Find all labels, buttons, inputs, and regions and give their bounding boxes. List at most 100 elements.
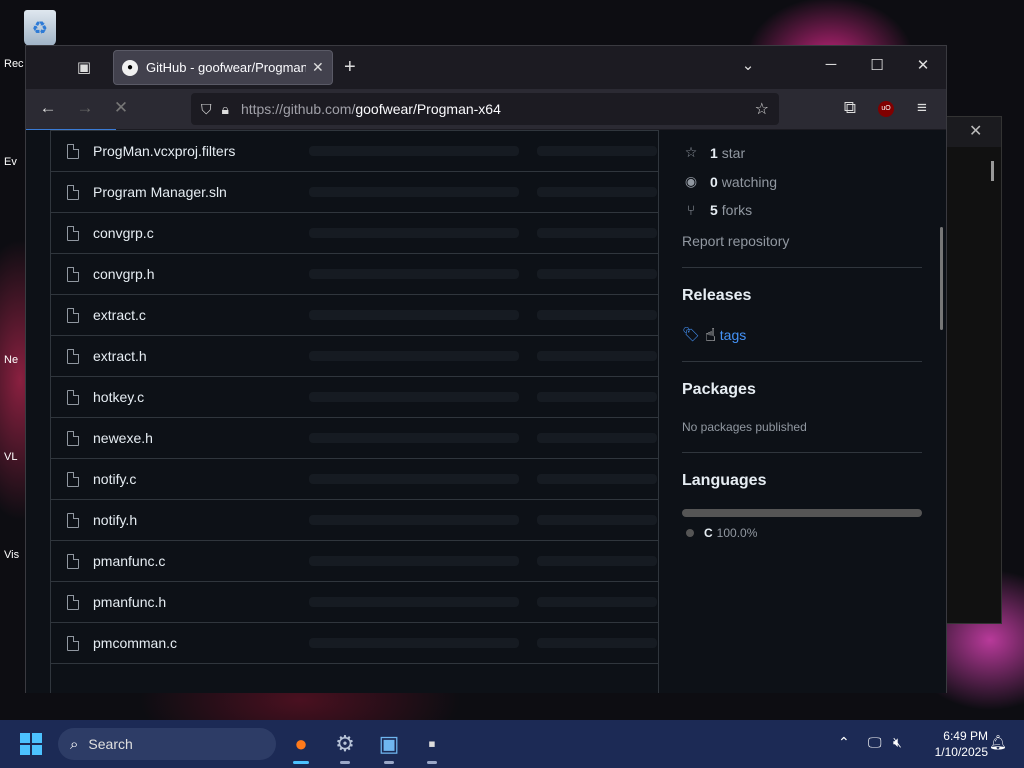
- loading-placeholder: [309, 638, 519, 648]
- file-icon: [67, 554, 79, 569]
- terminal-icon[interactable]: ▪: [416, 728, 448, 764]
- language-bar-fill: [682, 509, 922, 517]
- file-name-link[interactable]: hotkey.c: [93, 389, 144, 405]
- tab-list-icon[interactable]: ▣: [74, 58, 94, 78]
- clock[interactable]: 6:49 PM 1/10/2025: [918, 728, 988, 760]
- settings-icon[interactable]: ⚙: [329, 728, 361, 764]
- table-row[interactable]: hotkey.c: [51, 376, 658, 417]
- notification-bell-icon[interactable]: 🔔︎: [989, 734, 1007, 751]
- loading-placeholder: [309, 556, 519, 566]
- desktop-icon-label[interactable]: Ev: [4, 156, 26, 168]
- close-icon[interactable]: ✕: [969, 121, 982, 141]
- repo-sidebar: ☆ 1 star ◉ 0 watching ⑂ 5 forks Report repo…: [682, 130, 922, 693]
- file-icon: [67, 267, 79, 282]
- background-window[interactable]: ✕: [940, 116, 1002, 624]
- file-icon: [67, 144, 79, 159]
- no-packages-text: No packages published: [682, 420, 807, 434]
- loading-placeholder: [537, 515, 657, 525]
- forward-icon[interactable]: →: [74, 98, 96, 118]
- tag-icon: 🏷︎: [682, 326, 700, 342]
- search-label: Search: [88, 736, 133, 752]
- file-icon: [67, 636, 79, 651]
- address-bar[interactable]: ⛉ 🔒︎ https://github.com/goofwear/Progman…: [191, 93, 779, 125]
- chevron-down-icon[interactable]: ⌄: [736, 56, 760, 74]
- extensions-icon[interactable]: ⧉: [839, 98, 861, 118]
- file-name-link[interactable]: pmanfunc.c: [93, 553, 165, 569]
- network-icon[interactable]: 🖵︎: [868, 734, 882, 751]
- stop-loading-icon[interactable]: ✕: [110, 98, 132, 118]
- file-icon: [67, 472, 79, 487]
- table-row[interactable]: [51, 663, 658, 693]
- language-percent: 100.0%: [716, 526, 758, 540]
- remote-desktop-icon[interactable]: ▣: [373, 728, 405, 764]
- watchers-link[interactable]: ◉ 0 watching: [682, 173, 777, 190]
- desktop-icon-label[interactable]: Rec: [4, 58, 26, 70]
- forks-label: forks: [721, 202, 753, 218]
- file-name-link[interactable]: notify.c: [93, 471, 136, 487]
- file-icon: [67, 595, 79, 610]
- file-name-link[interactable]: notify.h: [93, 512, 137, 528]
- file-name-link[interactable]: convgrp.h: [93, 266, 154, 282]
- menu-icon[interactable]: ≡: [911, 98, 933, 118]
- close-tab-icon[interactable]: ✕: [312, 59, 324, 76]
- table-row[interactable]: ProgMan.vcxproj.filters: [51, 130, 658, 171]
- table-row[interactable]: pmcomman.c: [51, 622, 658, 663]
- volume-muted-icon[interactable]: 🔇︎: [893, 734, 902, 751]
- file-name-link[interactable]: extract.h: [93, 348, 147, 364]
- search-icon: ⌕: [70, 735, 79, 753]
- file-name-link[interactable]: extract.c: [93, 307, 146, 323]
- file-list: ProgMan.vcxproj.filters Program Manager.…: [50, 130, 659, 693]
- language-name: C: [704, 526, 713, 540]
- desktop-icon-label[interactable]: Ne: [4, 354, 26, 366]
- report-repository-link[interactable]: Report repository: [682, 233, 789, 249]
- stars-link[interactable]: ☆ 1 star: [682, 144, 745, 161]
- desktop-icon-label[interactable]: Vis: [4, 549, 26, 561]
- table-row[interactable]: Program Manager.sln: [51, 171, 658, 212]
- table-row[interactable]: convgrp.h: [51, 253, 658, 294]
- back-icon[interactable]: ←: [37, 98, 59, 118]
- firefox-icon[interactable]: ●: [285, 728, 317, 764]
- maximize-icon[interactable]: ☐: [865, 56, 889, 74]
- divider: [682, 267, 922, 268]
- desktop-icon-label[interactable]: VL: [4, 451, 26, 463]
- tab-github[interactable]: ● GitHub - goofwear/Progman-x64 ✕: [113, 50, 333, 85]
- url-text[interactable]: https://github.com/goofwear/Progman-x64: [241, 101, 501, 117]
- table-row[interactable]: convgrp.c: [51, 212, 658, 253]
- table-row[interactable]: notify.h: [51, 499, 658, 540]
- watching-count: 0: [710, 173, 718, 190]
- chevron-up-icon[interactable]: ⌃: [838, 734, 850, 751]
- file-icon: [67, 226, 79, 241]
- forks-link[interactable]: ⑂ 5 forks: [682, 202, 752, 218]
- table-row[interactable]: pmanfunc.h: [51, 581, 658, 622]
- loading-placeholder: [309, 269, 519, 279]
- bookmark-star-icon[interactable]: ☆: [755, 99, 769, 119]
- table-row[interactable]: newexe.h: [51, 417, 658, 458]
- table-row[interactable]: extract.h: [51, 335, 658, 376]
- loading-placeholder: [537, 187, 657, 197]
- packages-heading[interactable]: Packages: [682, 381, 756, 399]
- windows-start-icon[interactable]: [20, 733, 42, 755]
- shield-icon[interactable]: ⛉: [201, 101, 212, 118]
- taskbar-search[interactable]: ⌕ Search: [58, 728, 276, 760]
- recycle-bin-icon[interactable]: ♻: [24, 10, 56, 46]
- scrollbar[interactable]: [991, 161, 994, 181]
- tab-bar: ▣ ● GitHub - goofwear/Progman-x64 ✕ + ⌄ …: [26, 46, 946, 89]
- language-item[interactable]: C 100.0%: [686, 526, 757, 540]
- table-row[interactable]: extract.c: [51, 294, 658, 335]
- scrollbar[interactable]: [940, 227, 943, 330]
- language-color-dot: [686, 529, 694, 537]
- file-name-link[interactable]: newexe.h: [93, 430, 153, 446]
- table-row[interactable]: notify.c: [51, 458, 658, 499]
- table-row[interactable]: pmanfunc.c: [51, 540, 658, 581]
- lock-icon[interactable]: 🔒︎: [222, 101, 229, 118]
- file-name-link[interactable]: convgrp.c: [93, 225, 154, 241]
- minimize-icon[interactable]: ─: [819, 56, 843, 73]
- file-name-link[interactable]: pmcomman.c: [93, 635, 177, 651]
- new-tab-icon[interactable]: +: [344, 56, 356, 79]
- releases-heading[interactable]: Releases: [682, 287, 751, 305]
- close-window-icon[interactable]: ✕: [911, 56, 935, 74]
- file-name-link[interactable]: Program Manager.sln: [93, 184, 227, 200]
- file-name-link[interactable]: ProgMan.vcxproj.filters: [93, 143, 235, 159]
- ublock-origin-icon[interactable]: uO: [878, 101, 894, 117]
- file-name-link[interactable]: pmanfunc.h: [93, 594, 166, 610]
